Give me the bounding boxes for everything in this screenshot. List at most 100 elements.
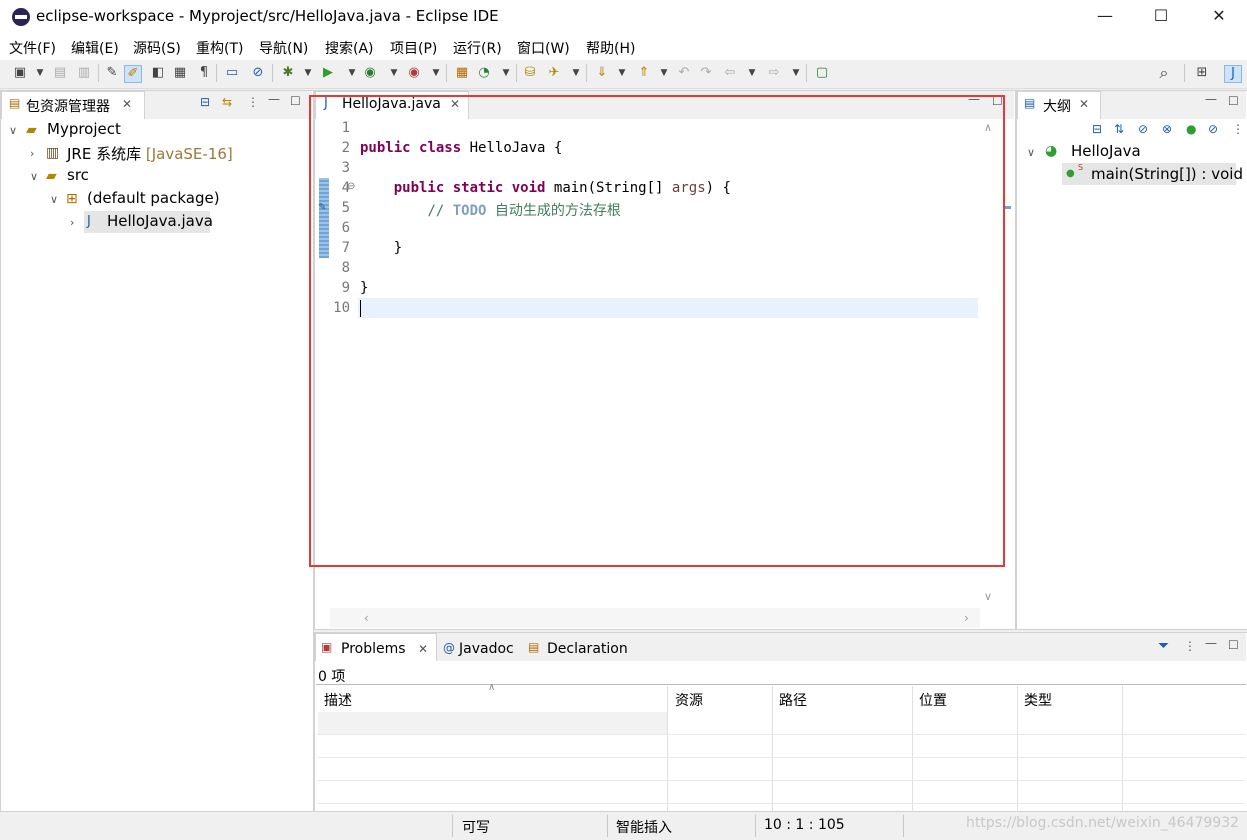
maximize-button[interactable]: ☐ [1138, 0, 1184, 34]
hide-non-public-icon[interactable]: ● [1186, 122, 1196, 136]
declaration-tab[interactable]: Declaration [547, 641, 628, 657]
menu-help[interactable]: 帮助(H) [586, 38, 635, 58]
chevron-down-icon[interactable]: ▼ [428, 65, 444, 81]
column-header-location[interactable]: 位置 [919, 690, 947, 710]
collapse-all-icon[interactable]: ⊟ [200, 95, 210, 109]
debug-icon[interactable]: ✱ [280, 65, 296, 81]
close-button[interactable]: ✕ [1196, 0, 1242, 34]
run-icon[interactable]: ▶ [320, 65, 336, 81]
static-marker-icon: S [1078, 163, 1084, 172]
menu-refactor[interactable]: 重构(T) [196, 38, 243, 58]
chevron-down-icon[interactable]: ▼ [744, 65, 760, 81]
menu-navigate[interactable]: 导航(N) [259, 38, 308, 58]
tree-item-project[interactable]: Myproject [47, 120, 121, 138]
menu-run[interactable]: 运行(R) [453, 38, 502, 58]
hide-static-icon[interactable]: ⊗ [1162, 122, 1172, 136]
scroll-down-icon[interactable]: ∨ [984, 590, 992, 603]
menu-file[interactable]: 文件(F) [9, 38, 56, 58]
toggle-icon[interactable]: ◧ [150, 65, 166, 81]
pin-editor-icon[interactable]: ▢ [814, 65, 830, 81]
tree-item-src[interactable]: src [67, 166, 89, 184]
show-whitespace-icon[interactable]: ¶ [196, 65, 212, 81]
menu-search[interactable]: 搜索(A) [325, 38, 374, 58]
table-row-line [318, 803, 1246, 804]
forward-icon[interactable]: ⇨ [766, 65, 782, 81]
mark-occurrences-icon[interactable]: ✐ [124, 65, 142, 83]
chevron-down-icon[interactable]: ▼ [300, 65, 316, 81]
minimize-icon[interactable]: — [1205, 92, 1217, 106]
chevron-down-icon[interactable]: ∨ [30, 170, 38, 183]
collapse-all-icon[interactable]: ⊟ [1092, 122, 1102, 136]
maximize-icon[interactable]: ☐ [290, 94, 301, 108]
view-menu-icon[interactable]: ⋮ [1184, 639, 1196, 653]
skip-breakpoints-icon[interactable]: ⊘ [250, 65, 266, 81]
minimize-button[interactable]: — [1082, 0, 1128, 34]
previous-annotation-icon[interactable]: ⇑ [636, 65, 652, 81]
chevron-down-icon[interactable]: ▼ [656, 65, 672, 81]
last-edit-icon[interactable]: ↶ [676, 65, 692, 81]
chevron-down-icon[interactable]: ∨ [9, 124, 17, 137]
external-tools-icon[interactable]: ◉ [406, 65, 422, 81]
terminal-icon[interactable]: ▭ [224, 65, 240, 81]
pin-icon[interactable]: ✎ [104, 65, 120, 81]
link-with-editor-icon[interactable]: ⇆ [222, 95, 232, 109]
search-icon[interactable]: ⌕ [1156, 65, 1172, 81]
column-header-type[interactable]: 类型 [1024, 690, 1052, 710]
close-icon[interactable]: ✕ [122, 97, 132, 111]
view-menu-icon[interactable]: ⋮ [1232, 122, 1244, 136]
open-task-icon[interactable]: ✈ [546, 65, 562, 81]
chevron-down-icon[interactable]: ▼ [32, 65, 48, 81]
hide-fields-icon[interactable]: ⊘ [1138, 122, 1148, 136]
coverage-icon[interactable]: ◉ [362, 65, 378, 81]
column-header-resource[interactable]: 资源 [675, 690, 703, 710]
outline-method[interactable]: main(String[]) : void [1091, 165, 1243, 183]
forward-edit-icon[interactable]: ↷ [698, 65, 714, 81]
sort-icon[interactable]: ⇅ [1114, 122, 1124, 136]
minimize-icon[interactable]: — [1205, 636, 1217, 650]
new-java-package-icon[interactable]: ▦ [454, 65, 470, 81]
close-icon[interactable]: ✕ [1079, 97, 1089, 111]
menu-edit[interactable]: 编辑(E) [71, 38, 119, 58]
column-header-description[interactable]: 描述 [324, 690, 352, 710]
open-perspective-icon[interactable]: ⊞ [1194, 65, 1210, 81]
scroll-right-icon[interactable]: › [964, 611, 969, 625]
hide-local-types-icon[interactable]: ⊘ [1208, 122, 1218, 136]
chevron-down-icon[interactable]: ∨ [1027, 146, 1035, 159]
view-menu-icon[interactable]: ⋮ [247, 95, 259, 109]
chevron-down-icon[interactable]: ▼ [788, 65, 804, 81]
chevron-down-icon[interactable]: ∨ [50, 193, 58, 206]
tree-item-jre[interactable]: JRE 系统库 [JavaSE-16] [67, 143, 233, 164]
javadoc-tab[interactable]: Javadoc [459, 641, 514, 657]
maximize-icon[interactable]: ☐ [1228, 94, 1239, 108]
open-type-icon[interactable]: ⛁ [522, 65, 538, 81]
tree-item-package[interactable]: (default package) [87, 189, 220, 207]
filter-icon[interactable]: ⏷ [1158, 638, 1169, 654]
back-icon[interactable]: ⇦ [722, 65, 738, 81]
table-row-line [318, 780, 1246, 781]
tree-item-file[interactable]: HelloJava.java [107, 212, 213, 230]
menu-project[interactable]: 项目(P) [390, 38, 437, 58]
chevron-down-icon[interactable]: ▼ [568, 65, 584, 81]
chevron-down-icon[interactable]: ▼ [614, 65, 630, 81]
chevron-right-icon[interactable]: › [70, 216, 74, 229]
chevron-down-icon[interactable]: ▼ [498, 65, 514, 81]
new-java-class-icon[interactable]: ◔ [476, 65, 492, 81]
maximize-icon[interactable]: ☐ [1228, 638, 1239, 652]
minimize-icon[interactable]: — [268, 92, 280, 106]
save-all-icon[interactable]: ▥ [76, 65, 92, 81]
horizontal-scrollbar[interactable] [330, 608, 980, 628]
outline-class[interactable]: HelloJava [1071, 142, 1141, 160]
scroll-left-icon[interactable]: ‹ [364, 611, 369, 625]
chevron-right-icon[interactable]: › [30, 147, 34, 160]
new-icon[interactable]: ▣ [12, 65, 28, 81]
menu-source[interactable]: 源码(S) [133, 38, 181, 58]
column-header-path[interactable]: 路径 [779, 690, 807, 710]
close-icon[interactable]: ✕ [418, 642, 428, 656]
chevron-down-icon[interactable]: ▼ [386, 65, 402, 81]
chevron-down-icon[interactable]: ▼ [344, 65, 360, 81]
menu-window[interactable]: 窗口(W) [517, 38, 570, 58]
save-icon[interactable]: ▤ [52, 65, 68, 81]
block-select-icon[interactable]: ▦ [172, 65, 188, 81]
next-annotation-icon[interactable]: ⇓ [594, 65, 610, 81]
java-perspective-icon[interactable]: J [1224, 65, 1242, 83]
